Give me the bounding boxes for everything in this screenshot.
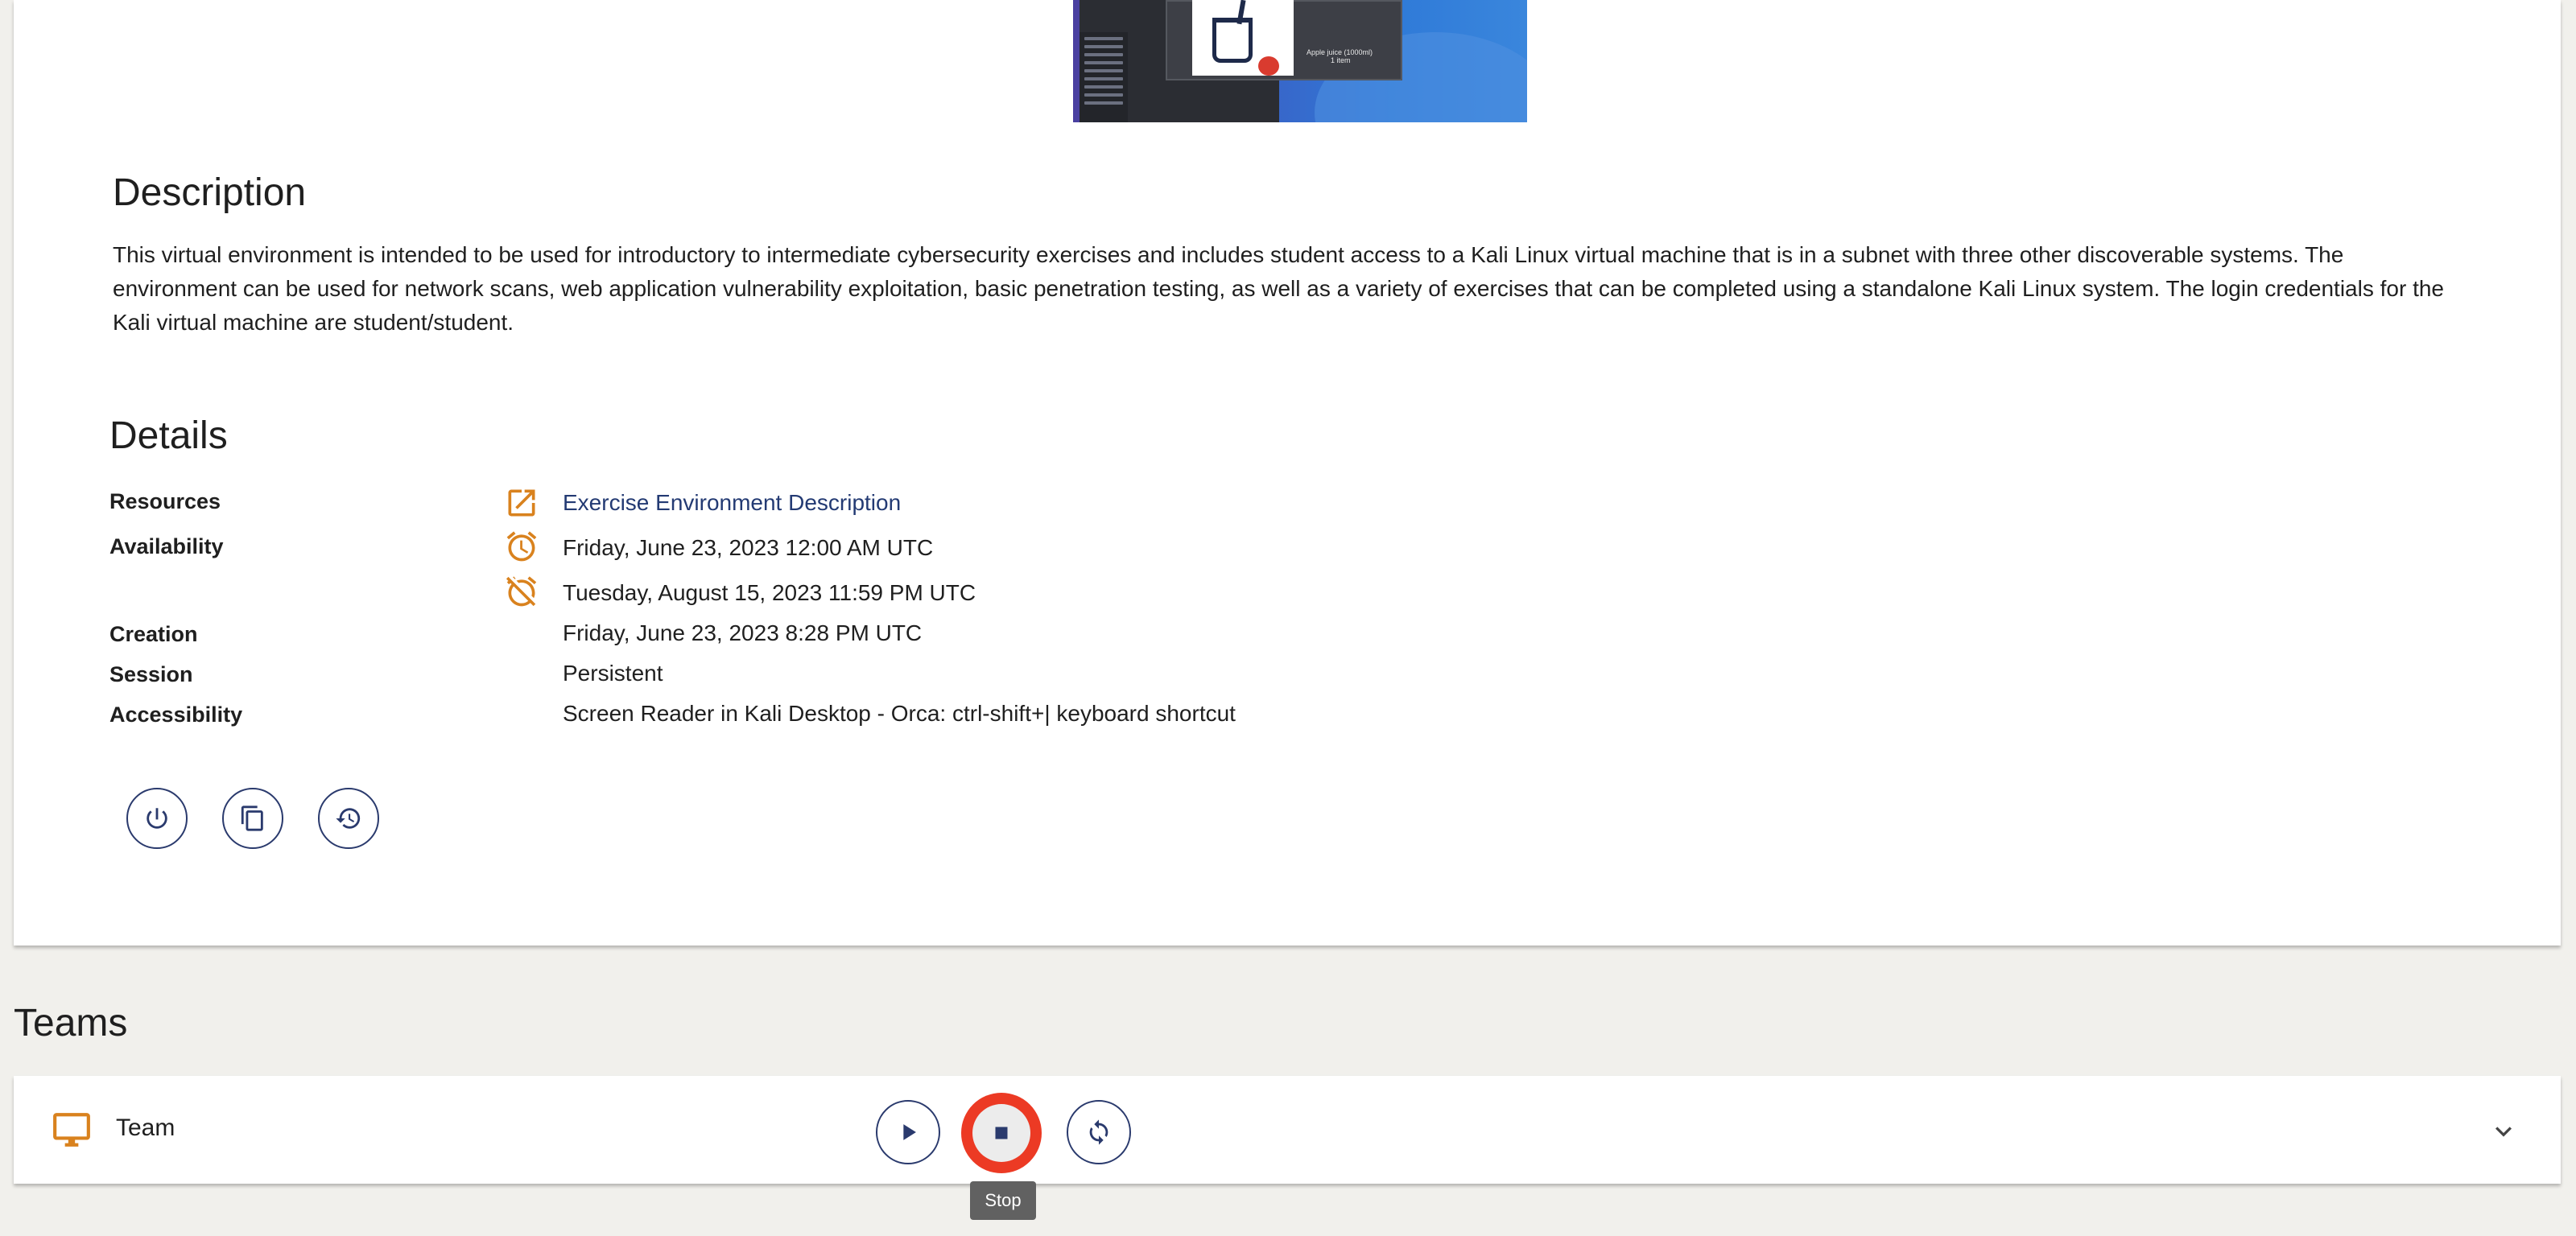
chevron-down-icon[interactable] — [2487, 1115, 2520, 1147]
stop-tooltip: Stop — [970, 1181, 1036, 1220]
stop-button[interactable] — [972, 1104, 1030, 1162]
history-icon — [336, 808, 361, 829]
alarm-off-icon — [506, 576, 537, 607]
workspace-card: Apple juice (1000ml) 1 item — [14, 0, 2561, 946]
copy-icon — [241, 805, 263, 831]
copy-button[interactable] — [222, 788, 283, 849]
description-text: This virtual environment is intended to … — [113, 242, 2444, 335]
availability-end: Tuesday, August 15, 2023 11:59 PM UTC — [563, 580, 976, 605]
thumbnail-caption: Apple juice (1000ml) — [1307, 48, 1373, 56]
alarm-icon — [506, 531, 537, 562]
team-name: Team — [116, 1114, 175, 1141]
thumbnail-caption-count: 1 item — [1331, 56, 1351, 64]
details-heading: Details — [109, 414, 228, 457]
play-icon — [903, 1124, 916, 1140]
stop-icon — [995, 1127, 1008, 1139]
creation-label: Creation — [109, 622, 198, 646]
resources-link[interactable]: Exercise Environment Description — [563, 487, 901, 519]
session-value: Persistent — [563, 661, 663, 686]
teams-heading: Teams — [14, 1002, 128, 1044]
stop-button-highlight — [961, 1093, 1042, 1173]
history-button[interactable] — [318, 788, 379, 849]
refresh-button[interactable] — [1067, 1100, 1131, 1164]
availability-label: Availability — [109, 534, 224, 558]
session-label: Session — [109, 662, 193, 686]
sync-icon — [1089, 1119, 1108, 1145]
availability-start: Friday, June 23, 2023 12:00 AM UTC — [563, 535, 934, 560]
start-button[interactable] — [876, 1100, 940, 1164]
power-icon — [147, 808, 167, 829]
workspace-thumbnail: Apple juice (1000ml) 1 item — [1073, 0, 1527, 122]
team-row[interactable]: Team — [14, 1076, 2561, 1184]
creation-value: Friday, June 23, 2023 8:28 PM UTC — [563, 620, 923, 645]
resources-label: Resources — [109, 489, 221, 513]
power-button[interactable] — [126, 788, 188, 849]
accessibility-value: Screen Reader in Kali Desktop - Orca: ct… — [563, 701, 1236, 726]
open-in-new-icon[interactable] — [504, 485, 539, 521]
desktop-icon — [53, 1113, 90, 1147]
accessibility-label: Accessibility — [109, 702, 243, 727]
description-heading: Description — [113, 171, 307, 214]
